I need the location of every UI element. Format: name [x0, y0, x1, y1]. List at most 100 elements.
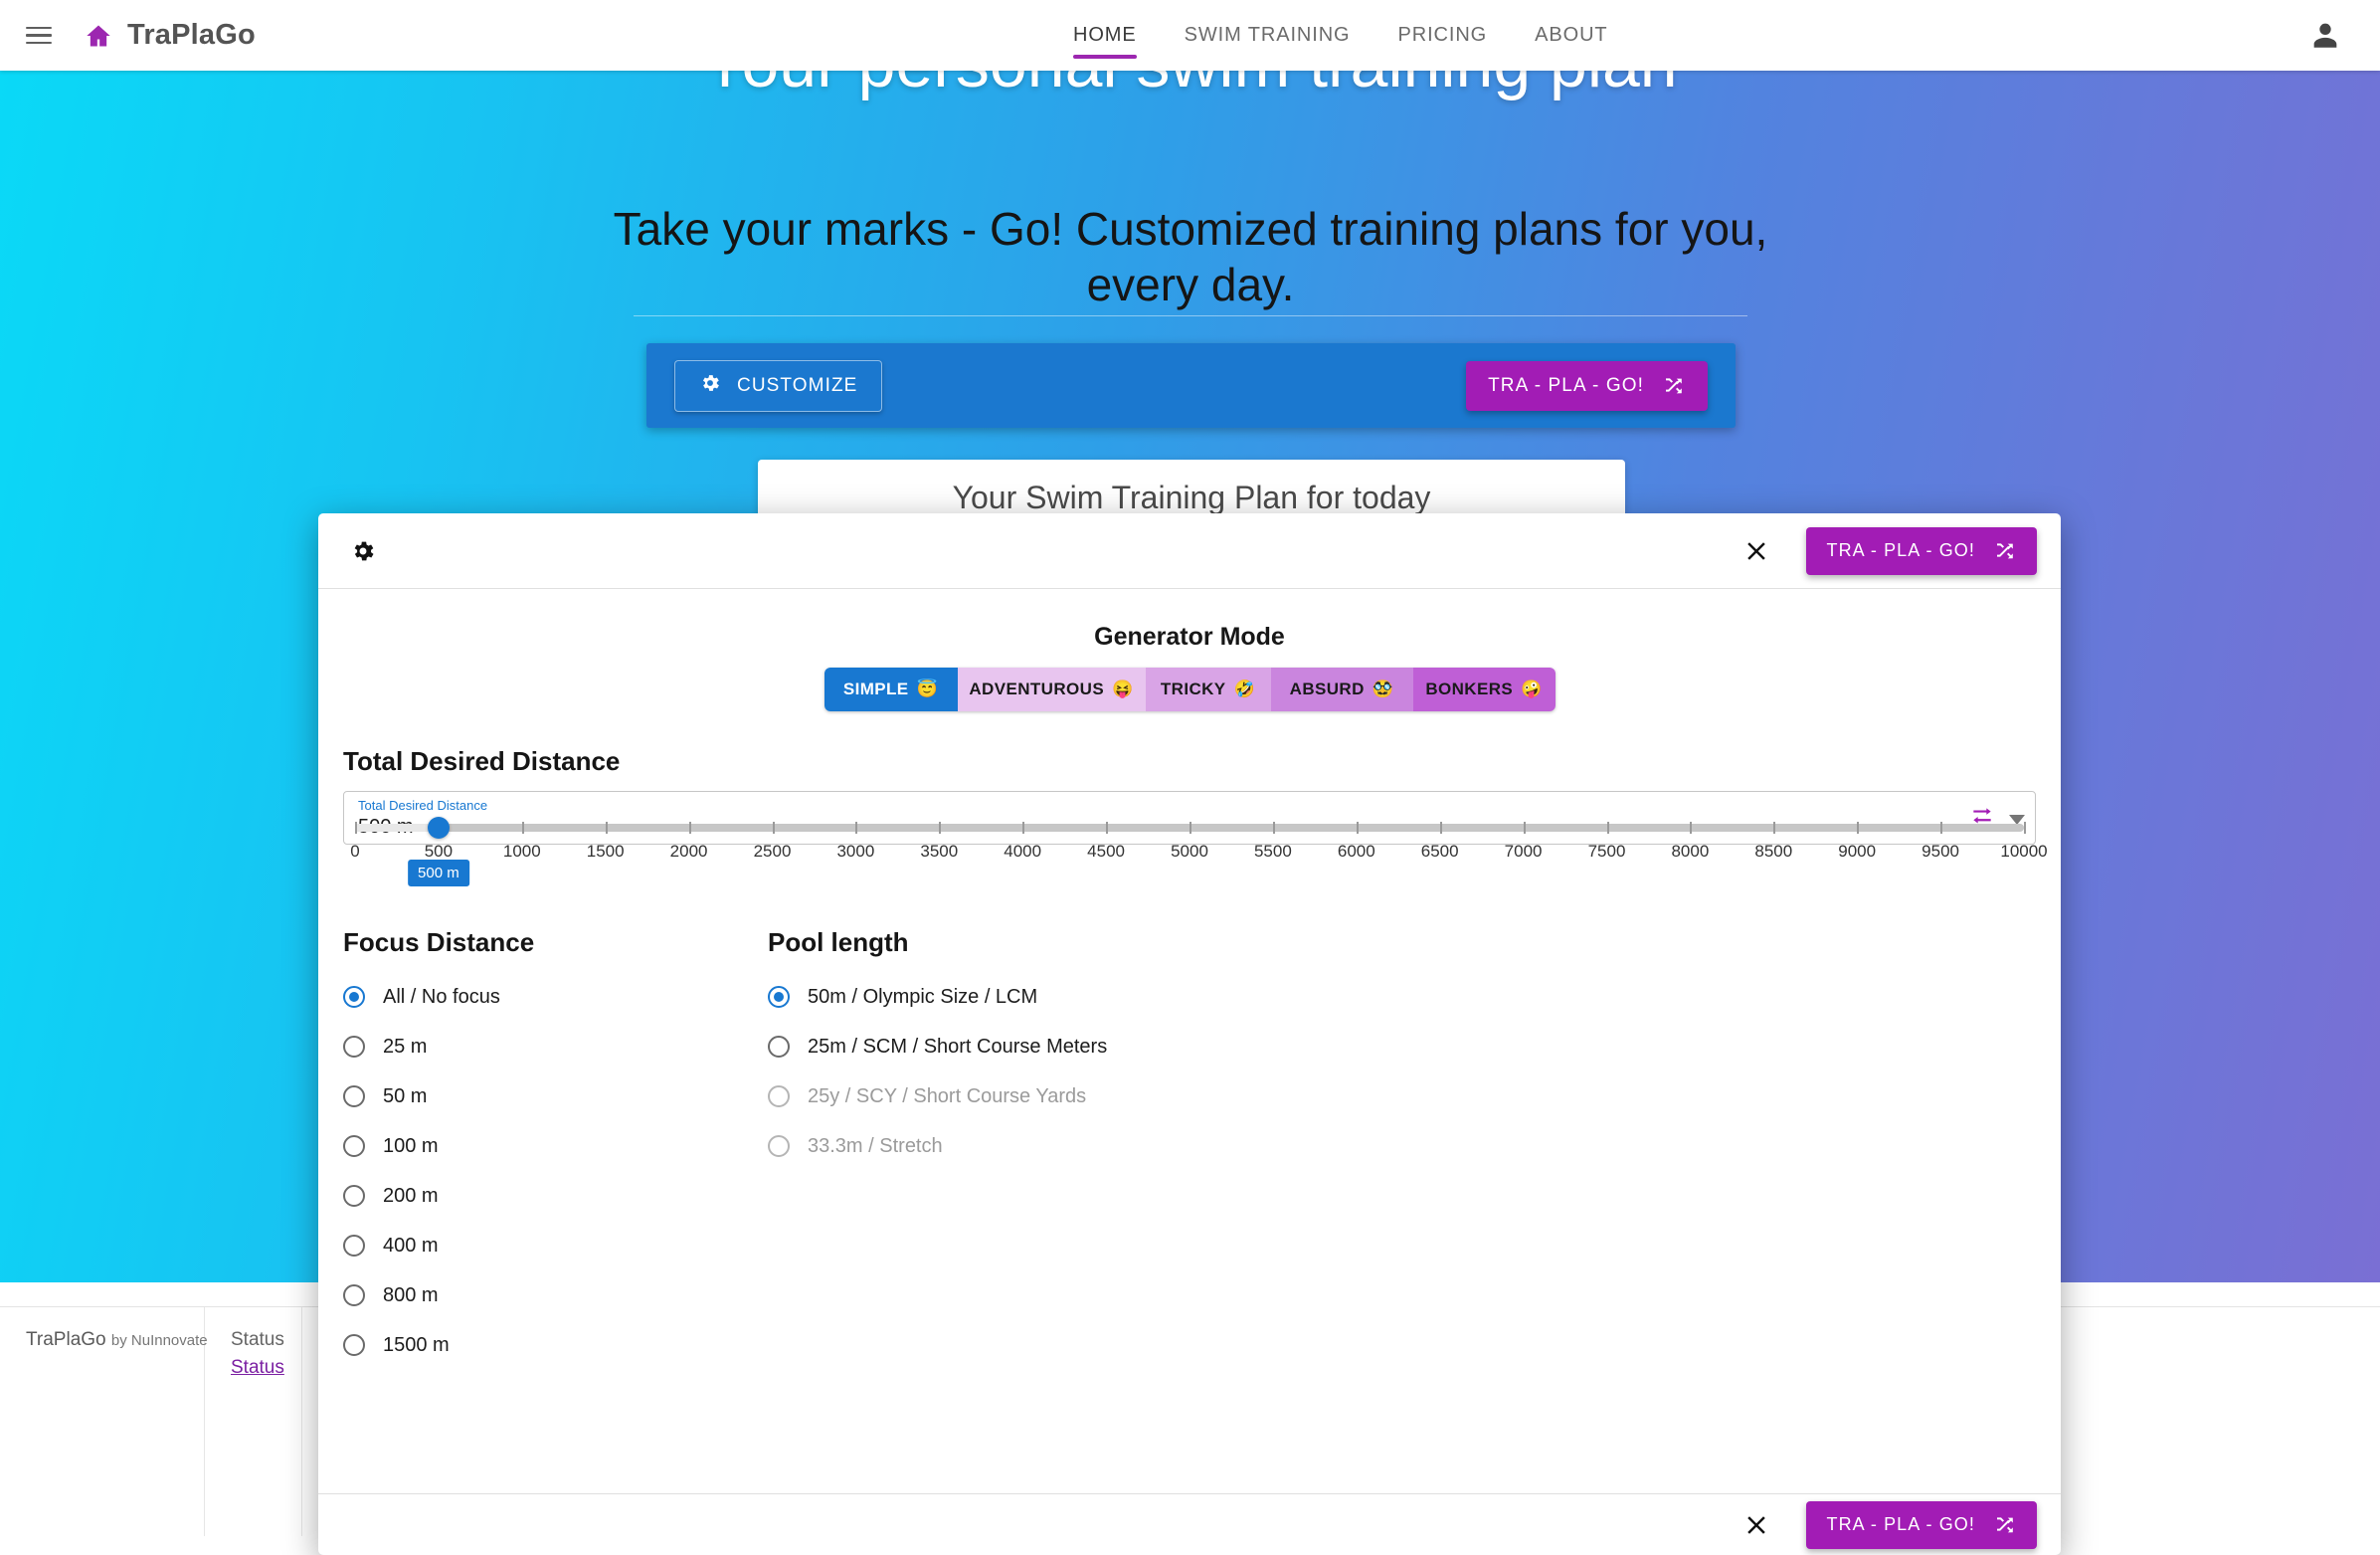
radio-label: 50m / Olympic Size / LCM — [808, 985, 1038, 1008]
focus-distance-heading: Focus Distance — [343, 927, 535, 957]
slider-tick-label: 8500 — [1754, 842, 1793, 861]
bonkers-emoji-icon: 🤪 — [1521, 680, 1543, 698]
radio-button-icon[interactable] — [343, 986, 365, 1008]
main-nav: HOME SWIM TRAINING PRICING ABOUT — [1049, 0, 1632, 71]
pool-length-heading: Pool length — [768, 927, 909, 957]
focus-distance-option-3[interactable]: 100 m — [343, 1121, 761, 1171]
tra-pla-go-label: TRA - PLA - GO! — [1488, 374, 1644, 396]
gear-icon[interactable] — [342, 530, 384, 572]
radio-button-icon[interactable] — [768, 986, 790, 1008]
generator-mode-tab-tricky[interactable]: TRICKY 🤣 — [1145, 668, 1271, 711]
radio-button-icon[interactable] — [343, 1036, 365, 1058]
tra-pla-go-button-dialog-header[interactable]: TRA - PLA - GO! — [1806, 526, 2037, 575]
radio-label: All / No focus — [383, 985, 500, 1008]
slider-tick — [1022, 822, 1025, 834]
radio-button-icon[interactable] — [343, 1334, 365, 1356]
brand-title: TraPlaGo — [127, 19, 256, 51]
close-icon[interactable] — [1737, 531, 1776, 571]
radio-button-icon[interactable] — [343, 1185, 365, 1207]
nav-item-swim-training[interactable]: SWIM TRAINING — [1161, 0, 1374, 71]
hamburger-menu-icon[interactable] — [22, 19, 56, 53]
account-circle-icon[interactable] — [2308, 18, 2342, 52]
radio-button-icon[interactable] — [343, 1284, 365, 1306]
gear-icon — [699, 372, 721, 400]
focus-distance-option-7[interactable]: 1500 m — [343, 1320, 761, 1370]
generator-mode-tab-adventurous[interactable]: ADVENTUROUS 😝 — [957, 668, 1146, 711]
slider-tick — [688, 822, 691, 834]
shuffle-icon — [1662, 374, 1686, 398]
footer-status-link[interactable]: Status — [231, 1357, 284, 1379]
slider-tick — [605, 822, 608, 834]
radio-label: 400 m — [383, 1234, 439, 1257]
slider-tick-label: 7000 — [1504, 842, 1543, 861]
slider-thumb[interactable] — [427, 817, 450, 839]
slider-tick — [1606, 822, 1609, 834]
slider-tick — [1356, 822, 1359, 834]
generator-mode-tab-bonkers[interactable]: BONKERS 🤪 — [1412, 668, 1556, 711]
nav-item-home[interactable]: HOME — [1049, 0, 1161, 71]
total-distance-field-label: Total Desired Distance — [358, 798, 488, 813]
tra-pla-go-button-dialog-footer[interactable]: TRA - PLA - GO! — [1806, 1500, 2037, 1549]
radio-label: 25m / SCM / Short Course Meters — [808, 1035, 1108, 1058]
slider-tick-label: 10000 — [2000, 842, 2048, 861]
footer-status-title: Status — [231, 1329, 284, 1350]
close-icon[interactable] — [1737, 1505, 1776, 1545]
shuffle-icon — [1993, 539, 2017, 563]
radio-label: 33.3m / Stretch — [808, 1134, 943, 1157]
pool-length-radio-group: 50m / Olympic Size / LCM 25m / SCM / Shor… — [768, 972, 1464, 1171]
customize-dialog: TRA - PLA - GO! Generator Mode SIMPLE 😇 … — [318, 513, 2061, 1555]
tab-label: BONKERS — [1425, 680, 1514, 698]
focus-distance-option-5[interactable]: 400 m — [343, 1221, 761, 1270]
customize-button[interactable]: CUSTOMIZE — [674, 359, 883, 412]
hero-divider — [634, 315, 1747, 316]
total-distance-slider[interactable]: 0 500 1000 1500 2000 2500 3000 3500 4000 4500 5000… — [343, 816, 2048, 886]
focus-distance-option-6[interactable]: 800 m — [343, 1270, 761, 1320]
radio-button-icon — [768, 1085, 790, 1107]
nav-item-about[interactable]: ABOUT — [1511, 0, 1631, 71]
generator-mode-tab-absurd[interactable]: ABSURD 🥸 — [1270, 668, 1413, 711]
tra-pla-go-button-hero[interactable]: TRA - PLA - GO! — [1466, 360, 1708, 411]
radio-button-icon[interactable] — [343, 1235, 365, 1257]
home-icon — [84, 22, 113, 50]
focus-distance-radio-group: All / No focus 25 m 50 m 100 m 200 m 400 m 800… — [343, 972, 761, 1370]
radio-button-icon[interactable] — [343, 1135, 365, 1157]
focus-distance-option-4[interactable]: 200 m — [343, 1171, 761, 1221]
slider-tick-label: 5000 — [1171, 842, 1208, 861]
slider-tick — [855, 822, 858, 834]
absurd-emoji-icon: 🥸 — [1372, 680, 1394, 698]
slider-tick-labels: 0 500 1000 1500 2000 2500 3000 3500 4000 4500 5000… — [350, 842, 2047, 866]
nav-item-pricing[interactable]: PRICING — [1374, 0, 1512, 71]
radio-label: 25y / SCY / Short Course Yards — [808, 1084, 1087, 1107]
slider-tick-label: 3500 — [920, 842, 959, 861]
slider-tick — [1690, 822, 1693, 834]
radio-label: 100 m — [383, 1134, 439, 1157]
tab-label: TRICKY — [1160, 680, 1226, 698]
total-distance-heading: Total Desired Distance — [343, 746, 621, 776]
slider-tick-label: 6000 — [1337, 842, 1375, 861]
radio-button-icon[interactable] — [343, 1085, 365, 1107]
pool-length-option-1[interactable]: 25m / SCM / Short Course Meters — [768, 1022, 1464, 1071]
slider-tick — [521, 822, 524, 834]
focus-distance-option-2[interactable]: 50 m — [343, 1071, 761, 1121]
brand-home-link[interactable]: TraPlaGo — [84, 19, 256, 52]
slider-tick-label: 1000 — [502, 842, 541, 861]
radio-label: 50 m — [383, 1084, 428, 1107]
generator-mode-tab-simple[interactable]: SIMPLE 😇 — [824, 668, 958, 711]
radio-button-icon[interactable] — [768, 1036, 790, 1058]
focus-distance-option-0[interactable]: All / No focus — [343, 972, 761, 1022]
customize-bar: CUSTOMIZE TRA - PLA - GO! — [646, 343, 1736, 428]
focus-distance-option-1[interactable]: 25 m — [343, 1022, 761, 1071]
slider-tick — [1106, 822, 1109, 834]
slider-tick — [772, 822, 775, 834]
pool-length-option-0[interactable]: 50m / Olympic Size / LCM — [768, 972, 1464, 1022]
dialog-body: Generator Mode SIMPLE 😇 ADVENTUROUS 😝 TR… — [318, 589, 2061, 1493]
slider-tick-label: 1500 — [586, 842, 625, 861]
generator-mode-tabs: SIMPLE 😇 ADVENTUROUS 😝 TRICKY 🤣 ABSURD 🥸… — [824, 668, 1556, 711]
slider-tick-label: 9500 — [1922, 842, 1960, 861]
slider-tick-label: 4500 — [1087, 842, 1126, 861]
shuffle-icon — [1993, 1513, 2017, 1537]
tab-label: ADVENTUROUS — [969, 680, 1105, 698]
slider-tick — [1773, 822, 1776, 834]
footer-brand-column: TraPlaGo by NuInnovate — [0, 1307, 208, 1536]
pool-length-section: Pool length 50m / Olympic Size / LCM 25m … — [768, 927, 1464, 1171]
